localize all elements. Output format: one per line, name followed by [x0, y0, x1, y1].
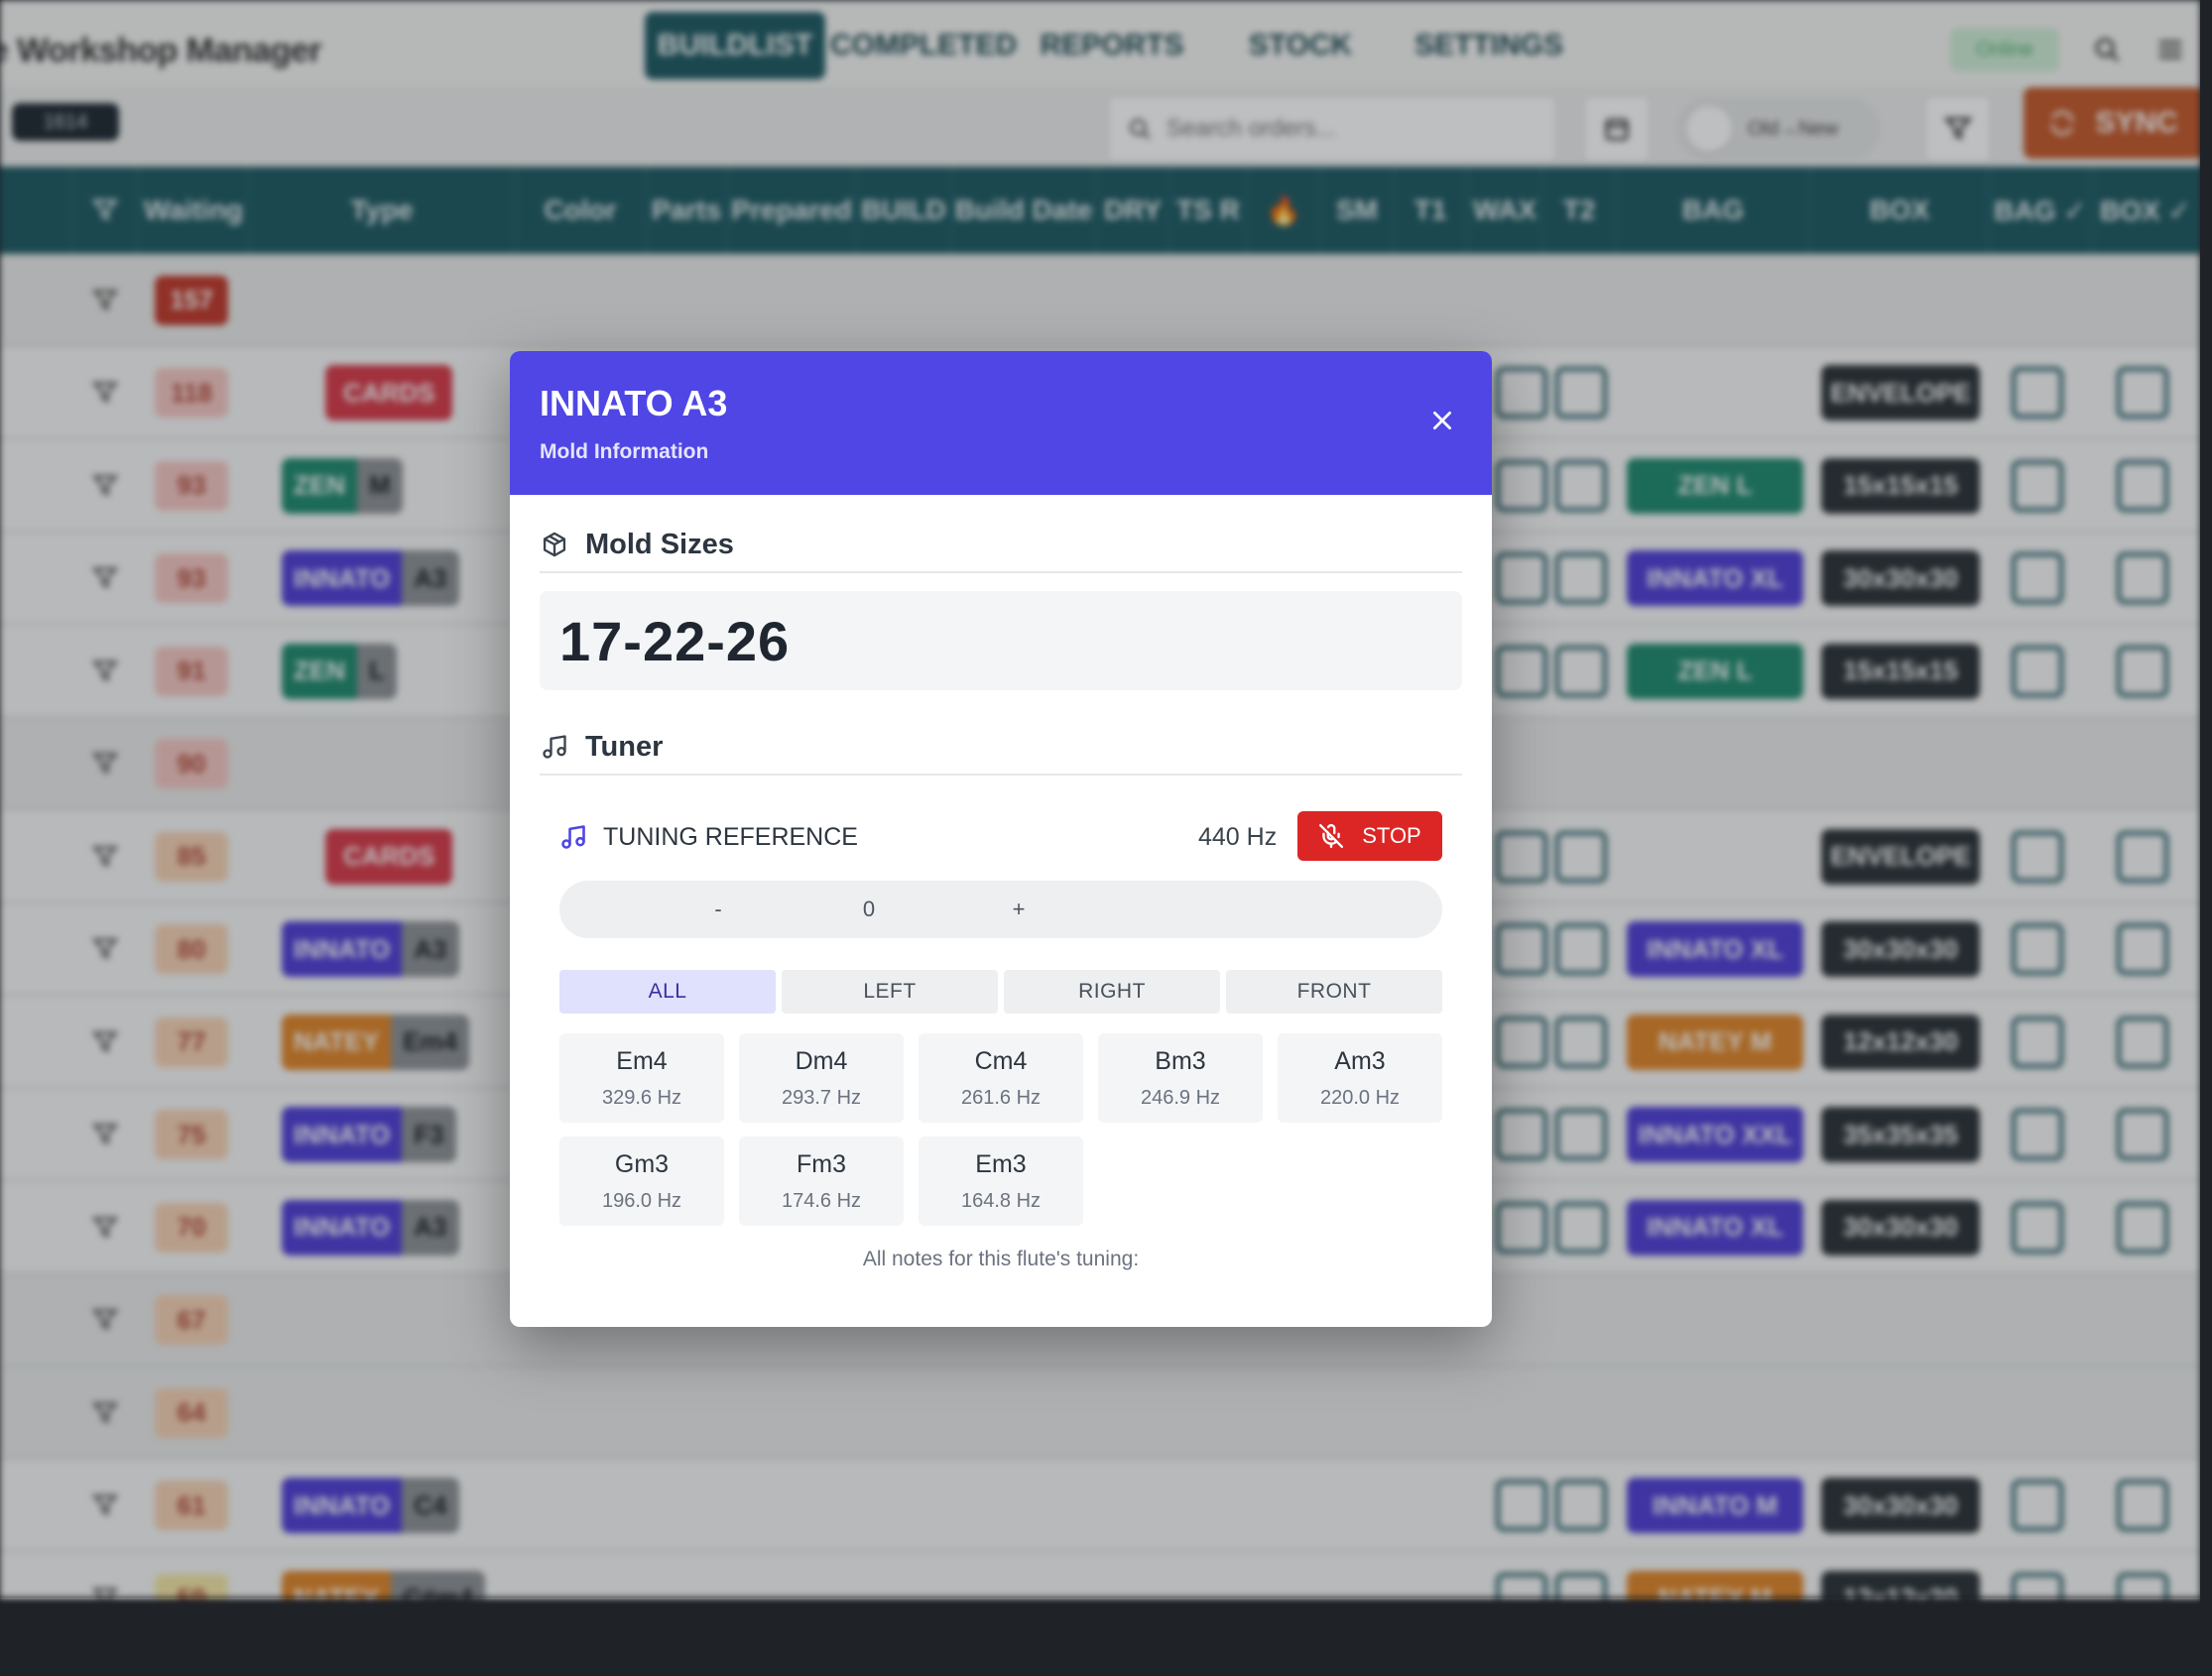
mold-sizes-section-header: Mold Sizes — [540, 518, 1462, 573]
modal-subtitle: Mold Information — [540, 440, 709, 463]
tuning-offset-control: - 0 + — [559, 881, 1442, 938]
note-name: Bm3 — [1155, 1047, 1206, 1075]
tuner-section-header: Tuner — [540, 720, 1462, 776]
note-frequency: 174.6 Hz — [781, 1190, 862, 1212]
note-name: Em4 — [616, 1047, 668, 1075]
mold-info-modal: INNATO A3 Mold Information Mold Sizes 17… — [510, 351, 1492, 1327]
note-button[interactable]: Em4 329.6 Hz — [559, 1033, 724, 1123]
note-frequency: 329.6 Hz — [601, 1087, 682, 1109]
tab-right[interactable]: RIGHT — [1004, 970, 1220, 1014]
modal-header: INNATO A3 Mold Information — [510, 351, 1492, 495]
note-name: Cm4 — [974, 1047, 1028, 1075]
mic-off-icon — [1319, 823, 1344, 849]
tab-left[interactable]: LEFT — [782, 970, 998, 1014]
tab-all[interactable]: ALL — [559, 970, 776, 1014]
note-button[interactable]: Fm3 174.6 Hz — [739, 1137, 904, 1226]
stop-button[interactable]: STOP — [1297, 811, 1442, 861]
offset-value: 0 — [862, 897, 876, 921]
tuning-reference-music-icon — [559, 823, 589, 853]
note-button[interactable]: Cm4 261.6 Hz — [919, 1033, 1083, 1123]
note-button[interactable]: Am3 220.0 Hz — [1278, 1033, 1442, 1123]
decrement-button[interactable]: - — [688, 881, 748, 938]
window-edge — [2200, 0, 2212, 1676]
note-name: Fm3 — [797, 1150, 846, 1178]
box-icon — [540, 530, 569, 559]
note-filter-tabs: ALL LEFT RIGHT FRONT — [559, 970, 1442, 1014]
note-frequency: 220.0 Hz — [1319, 1087, 1401, 1109]
note-name: Gm3 — [614, 1150, 670, 1178]
note-button[interactable]: Gm3 196.0 Hz — [559, 1137, 724, 1226]
mold-sizes-label: Mold Sizes — [585, 528, 734, 560]
note-frequency: 164.8 Hz — [960, 1190, 1042, 1212]
modal-title: INNATO A3 — [540, 383, 728, 423]
note-frequency: 261.6 Hz — [960, 1087, 1042, 1109]
note-button[interactable]: Bm3 246.9 Hz — [1098, 1033, 1263, 1123]
note-frequency: 293.7 Hz — [781, 1087, 862, 1109]
tuner-label: Tuner — [585, 730, 664, 763]
note-frequency: 196.0 Hz — [601, 1190, 682, 1212]
note-name: Em3 — [975, 1150, 1027, 1178]
tab-front[interactable]: FRONT — [1226, 970, 1442, 1014]
note-button[interactable]: Em3 164.8 Hz — [919, 1137, 1083, 1226]
notes-caption: All notes for this flute's tuning: — [862, 1248, 1140, 1270]
close-icon[interactable] — [1422, 401, 1462, 440]
tuning-reference-label: TUNING REFERENCE — [603, 823, 858, 851]
reference-frequency: 440 Hz — [1198, 823, 1278, 851]
music-note-icon — [540, 732, 569, 762]
note-name: Am3 — [1334, 1047, 1386, 1075]
mold-sizes-box: 17-22-26 — [540, 591, 1462, 690]
note-button[interactable]: Dm4 293.7 Hz — [739, 1033, 904, 1123]
note-name: Dm4 — [795, 1047, 848, 1075]
note-frequency: 246.9 Hz — [1140, 1087, 1221, 1109]
mold-sizes-value: 17-22-26 — [559, 609, 791, 672]
stop-label: STOP — [1362, 823, 1421, 848]
increment-button[interactable]: + — [989, 881, 1048, 938]
